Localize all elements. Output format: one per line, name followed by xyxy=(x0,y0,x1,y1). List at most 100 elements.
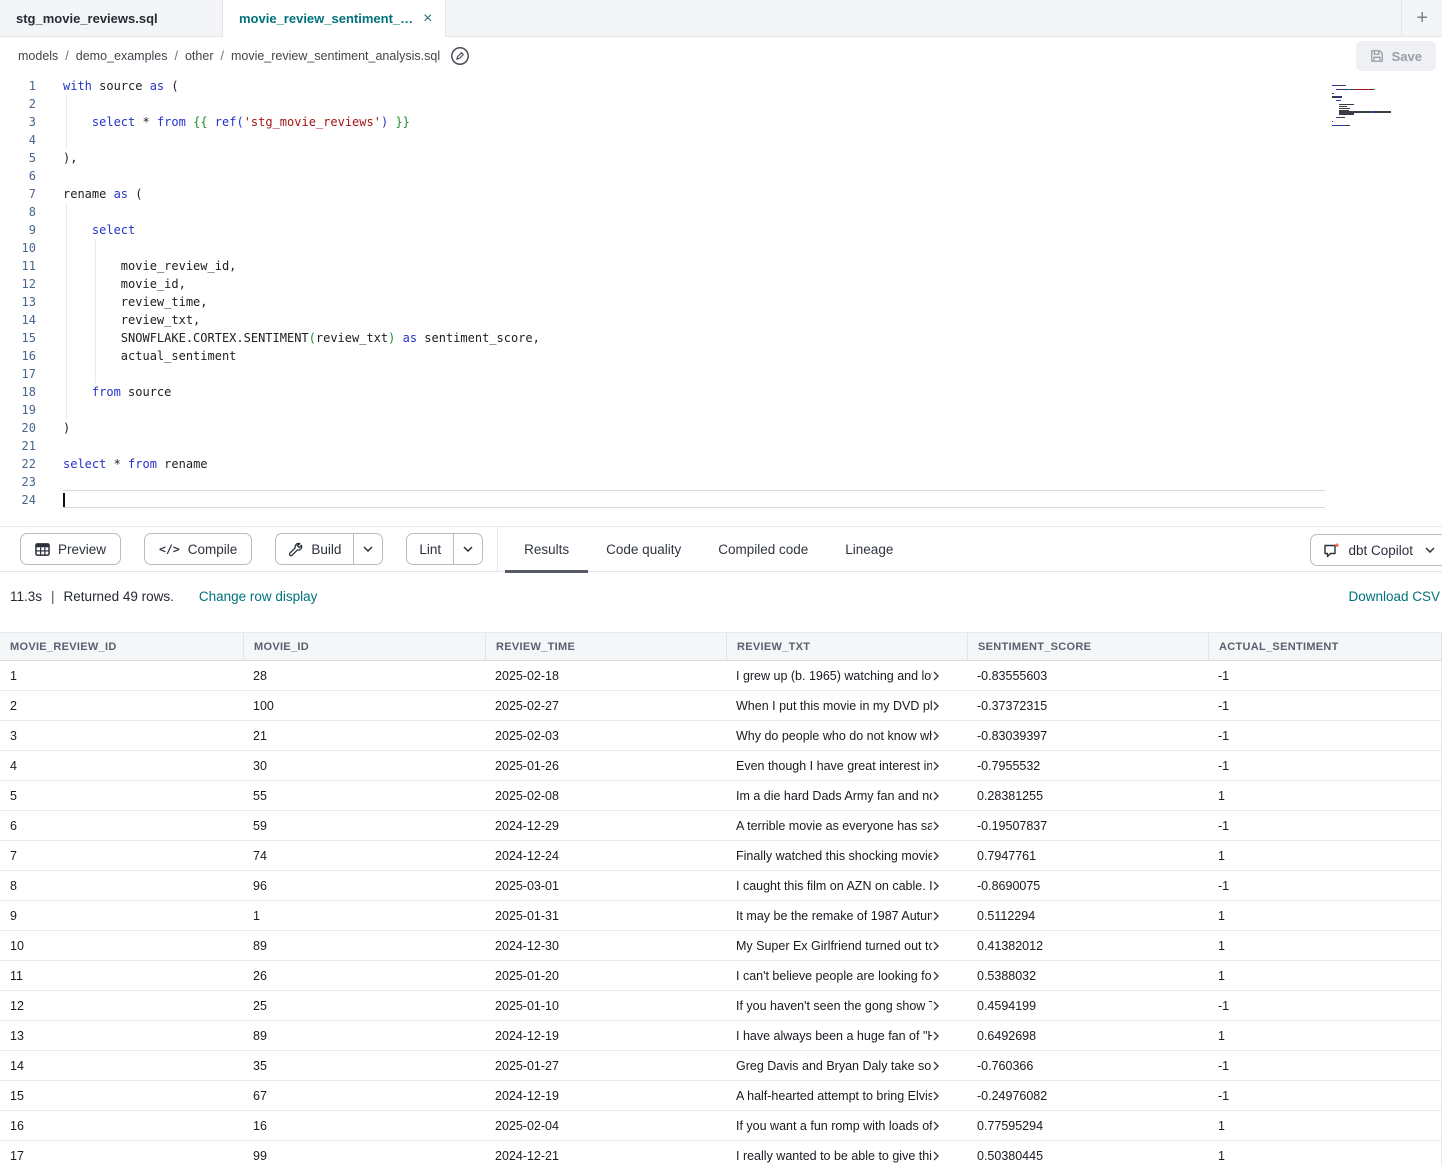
code-line-15[interactable]: 15 SNOWFLAKE.CORTEX.SENTIMENT(review_txt… xyxy=(0,329,1325,347)
code-text: SNOWFLAKE.CORTEX.SENTIMENT(review_txt) a… xyxy=(63,329,1325,347)
code-text xyxy=(63,239,1325,257)
results-table: MOVIE_REVIEW_IDMOVIE_IDREVIEW_TIMEREVIEW… xyxy=(0,632,1442,1166)
expand-cell-chevron-icon[interactable] xyxy=(931,731,941,741)
code-line-24[interactable]: 24 xyxy=(0,491,1325,509)
lint-split-button: Lint xyxy=(406,533,483,565)
column-header-movie-id[interactable]: MOVIE_ID xyxy=(243,633,485,660)
cell-actual-sentiment: 1 xyxy=(1208,901,1442,930)
expand-cell-chevron-icon[interactable] xyxy=(931,761,941,771)
column-header-sentiment-score[interactable]: SENTIMENT_SCORE xyxy=(967,633,1208,660)
column-header-movie-review-id[interactable]: MOVIE_REVIEW_ID xyxy=(0,633,243,660)
preview-button[interactable]: Preview xyxy=(20,533,121,565)
save-button[interactable]: Save xyxy=(1356,41,1436,71)
code-line-2[interactable]: 2 xyxy=(0,95,1325,113)
code-line-3[interactable]: 3 select * from {{ ref('stg_movie_review… xyxy=(0,113,1325,131)
code-line-14[interactable]: 14 review_txt, xyxy=(0,311,1325,329)
tab-movie-review-sentiment[interactable]: movie_review_sentiment_… × xyxy=(223,0,446,37)
cell-movie-id: 89 xyxy=(243,1021,485,1050)
lint-button[interactable]: Lint xyxy=(407,534,453,564)
expand-cell-chevron-icon[interactable] xyxy=(931,851,941,861)
expand-cell-chevron-icon[interactable] xyxy=(931,911,941,921)
cell-review-time: 2025-01-31 xyxy=(485,901,726,930)
code-line-8[interactable]: 8 xyxy=(0,203,1325,221)
code-line-10[interactable]: 10 xyxy=(0,239,1325,257)
expand-cell-chevron-icon[interactable] xyxy=(931,941,941,951)
editor-lines: 1with source as (23 select * from {{ ref… xyxy=(0,77,1442,509)
tab-results[interactable]: Results xyxy=(524,526,569,572)
code-line-17[interactable]: 17 xyxy=(0,365,1325,383)
results-status-bar: 11.3s | Returned 49 rows. Change row dis… xyxy=(0,572,1442,620)
build-dropdown-chevron-icon[interactable] xyxy=(353,534,382,564)
lint-dropdown-chevron-icon[interactable] xyxy=(453,534,482,564)
change-row-display-link[interactable]: Change row display xyxy=(199,589,318,604)
cell-review-time: 2025-01-27 xyxy=(485,1051,726,1080)
code-text xyxy=(63,490,1325,508)
column-header-review-time[interactable]: REVIEW_TIME xyxy=(485,633,726,660)
code-line-16[interactable]: 16 actual_sentiment xyxy=(0,347,1325,365)
expand-cell-chevron-icon[interactable] xyxy=(931,821,941,831)
expand-cell-chevron-icon[interactable] xyxy=(931,1151,941,1161)
table-row: 21002025-02-27When I put this movie in m… xyxy=(0,691,1442,721)
code-line-11[interactable]: 11 movie_review_id, xyxy=(0,257,1325,275)
cell-movie-review-id: 1 xyxy=(0,661,243,690)
code-line-12[interactable]: 12 movie_id, xyxy=(0,275,1325,293)
expand-cell-chevron-icon[interactable] xyxy=(931,881,941,891)
cell-actual-sentiment: 1 xyxy=(1208,841,1442,870)
code-line-13[interactable]: 13 review_time, xyxy=(0,293,1325,311)
code-line-22[interactable]: 22select * from rename xyxy=(0,455,1325,473)
line-number: 7 xyxy=(0,185,36,203)
code-line-19[interactable]: 19 xyxy=(0,401,1325,419)
code-line-21[interactable]: 21 xyxy=(0,437,1325,455)
cell-review-time: 2024-12-19 xyxy=(485,1081,726,1110)
cell-movie-id: 35 xyxy=(243,1051,485,1080)
build-button[interactable]: Build xyxy=(276,534,353,564)
code-line-6[interactable]: 6 xyxy=(0,167,1325,185)
expand-cell-chevron-icon[interactable] xyxy=(931,1001,941,1011)
tab-compiled-code[interactable]: Compiled code xyxy=(718,526,808,572)
dbt-copilot-button[interactable]: dbt Copilot xyxy=(1310,534,1442,566)
expand-cell-chevron-icon[interactable] xyxy=(931,1121,941,1131)
cell-sentiment-score: -0.760366 xyxy=(967,1051,1208,1080)
code-line-5[interactable]: 5), xyxy=(0,149,1325,167)
code-text xyxy=(63,95,1325,113)
build-split-button: Build xyxy=(275,533,383,565)
code-line-1[interactable]: 1with source as ( xyxy=(0,77,1325,95)
code-line-9[interactable]: 9 select xyxy=(0,221,1325,239)
line-number: 21 xyxy=(0,437,36,455)
expand-cell-chevron-icon[interactable] xyxy=(931,791,941,801)
close-tab-icon[interactable]: × xyxy=(423,11,432,27)
code-line-4[interactable]: 4 xyxy=(0,131,1325,149)
download-csv-link[interactable]: Download CSV xyxy=(1348,589,1440,604)
code-line-20[interactable]: 20) xyxy=(0,419,1325,437)
code-editor[interactable]: 1with source as (23 select * from {{ ref… xyxy=(0,75,1442,526)
new-tab-button[interactable]: + xyxy=(1416,8,1428,28)
code-text xyxy=(63,203,1325,221)
compile-button[interactable]: </> Compile xyxy=(144,533,252,565)
code-line-7[interactable]: 7rename as ( xyxy=(0,185,1325,203)
cell-actual-sentiment: -1 xyxy=(1208,721,1442,750)
editor-minimap[interactable] xyxy=(1332,85,1396,130)
tab-lineage[interactable]: Lineage xyxy=(845,526,893,572)
tab-stg-movie-reviews[interactable]: stg_movie_reviews.sql xyxy=(0,0,223,37)
tab-code-quality[interactable]: Code quality xyxy=(606,526,681,572)
breadcrumb-item-other: other xyxy=(185,49,214,63)
result-tabs: Results Code quality Compiled code Linea… xyxy=(524,526,893,572)
expand-cell-chevron-icon[interactable] xyxy=(931,701,941,711)
column-header-actual-sentiment[interactable]: ACTUAL_SENTIMENT xyxy=(1208,633,1442,660)
cell-movie-review-id: 17 xyxy=(0,1141,243,1166)
expand-cell-chevron-icon[interactable] xyxy=(931,1031,941,1041)
cell-sentiment-score: 0.5112294 xyxy=(967,901,1208,930)
expand-cell-chevron-icon[interactable] xyxy=(931,671,941,681)
review-text: Greg Davis and Bryan Daly take some … xyxy=(736,1059,932,1073)
copilot-edit-icon[interactable] xyxy=(450,46,470,66)
column-header-review-txt[interactable]: REVIEW_TXT xyxy=(726,633,967,660)
expand-cell-chevron-icon[interactable] xyxy=(931,971,941,981)
line-number: 23 xyxy=(0,473,36,491)
code-line-18[interactable]: 18 from source xyxy=(0,383,1325,401)
expand-cell-chevron-icon[interactable] xyxy=(931,1061,941,1071)
code-line-23[interactable]: 23 xyxy=(0,473,1325,491)
table-row: 14352025-01-27Greg Davis and Bryan Daly … xyxy=(0,1051,1442,1081)
cell-review-txt: I have always been a huge fan of "Hom… xyxy=(726,1021,967,1050)
expand-cell-chevron-icon[interactable] xyxy=(931,1091,941,1101)
tab-label: movie_review_sentiment_… xyxy=(239,11,413,26)
